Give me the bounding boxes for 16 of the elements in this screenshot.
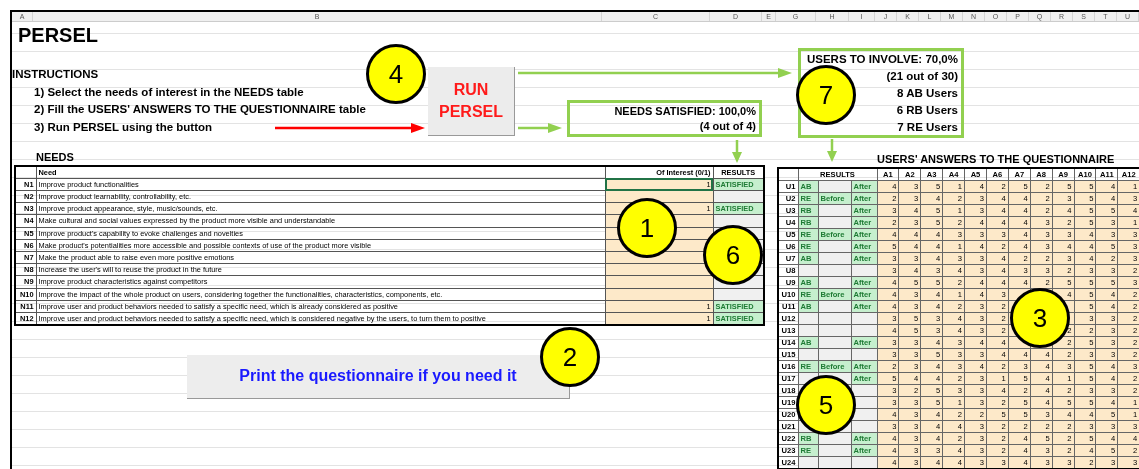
instruction-step: 3) Run PERSEL using the button bbox=[12, 119, 213, 137]
summary-text: (4 out of 4) bbox=[698, 118, 756, 134]
sheet-title: PERSEL bbox=[17, 23, 100, 48]
summary-text: (21 out of 30) bbox=[886, 69, 958, 84]
instructions-heading: INSTRUCTIONS bbox=[12, 67, 99, 82]
table-title: USERS' ANSWERS TO THE QUESTIONNAIRE bbox=[876, 152, 1116, 167]
instruction-step: 1) Select the needs of interest in the NEEDS table bbox=[12, 83, 304, 102]
table-title: NEEDS bbox=[35, 149, 74, 165]
instruction-step: 2) Fill the USERS' ANSWERS TO THE QUESTIONNAIRE table bbox=[12, 101, 366, 120]
arrow bbox=[518, 123, 562, 133]
arrow bbox=[732, 140, 742, 163]
summary-text: 8 AB Users bbox=[897, 86, 958, 101]
summary-text: 6 RB Users bbox=[896, 103, 958, 118]
summary-text: USERS TO INVOLVE: 70,0% bbox=[806, 52, 958, 67]
summary-text: 7 RE Users bbox=[897, 120, 958, 135]
summary-text: NEEDS SATISFIED: 100,0% bbox=[613, 103, 756, 119]
